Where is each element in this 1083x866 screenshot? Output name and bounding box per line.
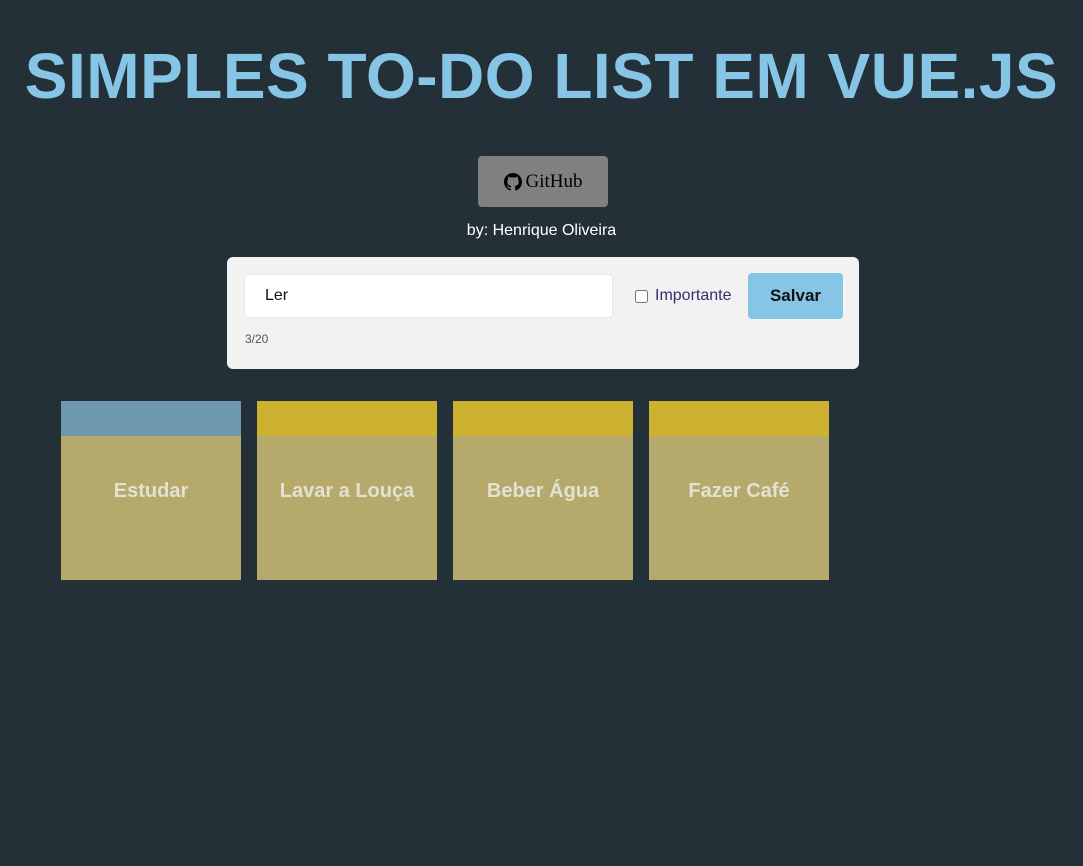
important-checkbox[interactable] bbox=[635, 289, 648, 303]
note-card[interactable]: Lavar a Louça bbox=[257, 401, 437, 580]
page-title: SIMPLES TO-DO LIST EM VUE.JS bbox=[24, 40, 1059, 112]
save-button[interactable]: Salvar bbox=[748, 273, 843, 319]
note-priority-bar bbox=[649, 401, 829, 436]
github-label: GitHub bbox=[525, 170, 583, 192]
note-priority-bar bbox=[257, 401, 437, 436]
note-priority-bar bbox=[453, 401, 633, 436]
important-label: Importante bbox=[655, 287, 732, 304]
note-text: Beber Água bbox=[486, 479, 600, 502]
task-form: 3/20 Importante Salvar bbox=[227, 257, 859, 369]
author-credit: by: Henrique Oliveira bbox=[466, 222, 617, 239]
note-priority-bar bbox=[61, 401, 241, 436]
github-icon bbox=[503, 172, 522, 191]
note-card[interactable]: Fazer Café bbox=[649, 401, 829, 580]
note-text: Lavar a Louça bbox=[279, 479, 415, 502]
github-button[interactable]: GitHub bbox=[478, 156, 608, 207]
note-card[interactable]: Estudar bbox=[61, 401, 241, 580]
note-card[interactable]: Beber Água bbox=[453, 401, 633, 580]
char-counter: 3/20 bbox=[245, 332, 269, 346]
note-text: Fazer Café bbox=[688, 479, 790, 502]
note-text: Estudar bbox=[113, 479, 189, 502]
task-input[interactable] bbox=[244, 274, 613, 318]
important-toggle[interactable]: Importante bbox=[635, 287, 731, 305]
